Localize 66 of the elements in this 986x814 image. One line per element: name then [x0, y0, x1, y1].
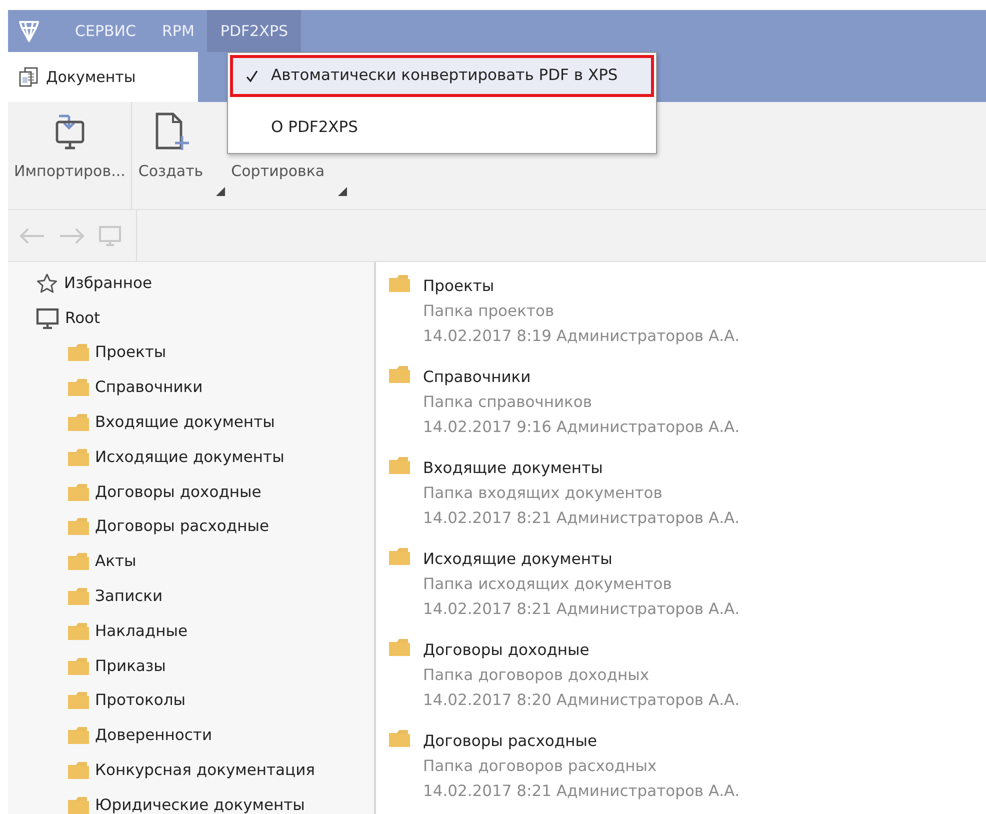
- star-icon: [36, 272, 58, 294]
- folder-icon: [67, 691, 89, 710]
- folder-icon: [67, 726, 89, 746]
- document-title[interactable]: Справочники: [423, 365, 740, 390]
- document-meta: 14.02.2017 8:21 Администраторов А.А.: [423, 599, 740, 620]
- tree-item[interactable]: Записки: [95, 584, 163, 608]
- tree-item[interactable]: Справочники: [95, 376, 203, 400]
- tree-item[interactable]: Root: [65, 306, 100, 330]
- tree-item[interactable]: Договоры доходные: [95, 480, 262, 504]
- document-title[interactable]: Договоры доходные: [423, 638, 740, 663]
- tree-item[interactable]: Исходящие документы: [95, 446, 284, 469]
- folder-icon: [388, 638, 410, 657]
- document-title[interactable]: Входящие документы: [423, 456, 740, 481]
- document-title[interactable]: Проекты: [423, 274, 740, 299]
- document-description: Папка проектов: [423, 301, 556, 322]
- tree-item[interactable]: Акты: [95, 550, 136, 574]
- folder-icon: [388, 456, 410, 475]
- monitor-icon[interactable]: [98, 224, 122, 246]
- document-meta: 14.02.2017 8:20 Администраторов А.А.: [423, 690, 740, 711]
- tree-item[interactable]: Доверенности: [95, 724, 212, 748]
- menu-item[interactable]: Автоматически конвертировать PDF в XPS: [230, 55, 654, 97]
- folder-icon: [67, 413, 89, 432]
- back-arrow-icon[interactable]: [18, 226, 46, 246]
- folder-icon: [67, 587, 89, 606]
- folder-icon: [67, 517, 89, 536]
- tree-item[interactable]: Накладные: [95, 620, 188, 643]
- folder-icon: [388, 365, 410, 384]
- document-meta: 14.02.2017 8:21 Администраторов А.А.: [423, 508, 740, 529]
- folder-icon: [388, 274, 410, 293]
- tree-item[interactable]: Приказы: [95, 654, 166, 678]
- document-title[interactable]: Договоры расходные: [423, 729, 740, 754]
- document-description: Папка справочников: [423, 392, 594, 413]
- folder-icon: [67, 622, 89, 641]
- logo-icon: [16, 18, 42, 44]
- folder-icon: [67, 448, 89, 467]
- checkmark-icon: [245, 70, 259, 83]
- tree-item[interactable]: Избранное: [64, 272, 152, 296]
- folder-icon: [67, 796, 89, 814]
- tree-item[interactable]: Протоколы: [95, 689, 186, 713]
- document-meta: 14.02.2017 8:21 Администраторов А.А.: [423, 781, 740, 802]
- toolbar-button[interactable]: Импортиров...: [8, 110, 132, 200]
- documents-tab[interactable]: Документы: [8, 52, 198, 102]
- toolbar-button[interactable]: Создать: [132, 110, 226, 200]
- folder-icon: [388, 547, 410, 566]
- tree-item[interactable]: Юридические документы: [95, 794, 305, 814]
- forward-arrow-icon[interactable]: [58, 226, 86, 246]
- folder-icon: [67, 656, 89, 676]
- folder-icon: [67, 482, 89, 502]
- tree-item[interactable]: Входящие документы: [95, 410, 275, 434]
- folder-icon: [67, 343, 89, 362]
- folder-icon: [67, 378, 89, 398]
- document-meta: 14.02.2017 9:16 Администраторов А.А.: [423, 417, 740, 438]
- document-description: Папка договоров расходных: [423, 756, 658, 777]
- document-description: Папка входящих документов: [423, 483, 664, 504]
- document-description: Папка договоров доходных: [423, 665, 650, 686]
- document-meta: 14.02.2017 8:19 Администраторов А.А.: [423, 326, 740, 347]
- document-description: Папка исходящих документов: [423, 574, 673, 595]
- folder-icon: [67, 761, 89, 780]
- folder-icon: [67, 552, 89, 572]
- computer-icon: [36, 308, 59, 329]
- tree-item[interactable]: Договоры расходные: [95, 515, 269, 539]
- document-title[interactable]: Исходящие документы: [423, 547, 740, 572]
- documents-icon: [18, 66, 40, 88]
- tree-item[interactable]: Конкурсная документация: [95, 758, 315, 782]
- tree-item[interactable]: Проекты: [95, 341, 166, 365]
- folder-icon: [388, 729, 410, 748]
